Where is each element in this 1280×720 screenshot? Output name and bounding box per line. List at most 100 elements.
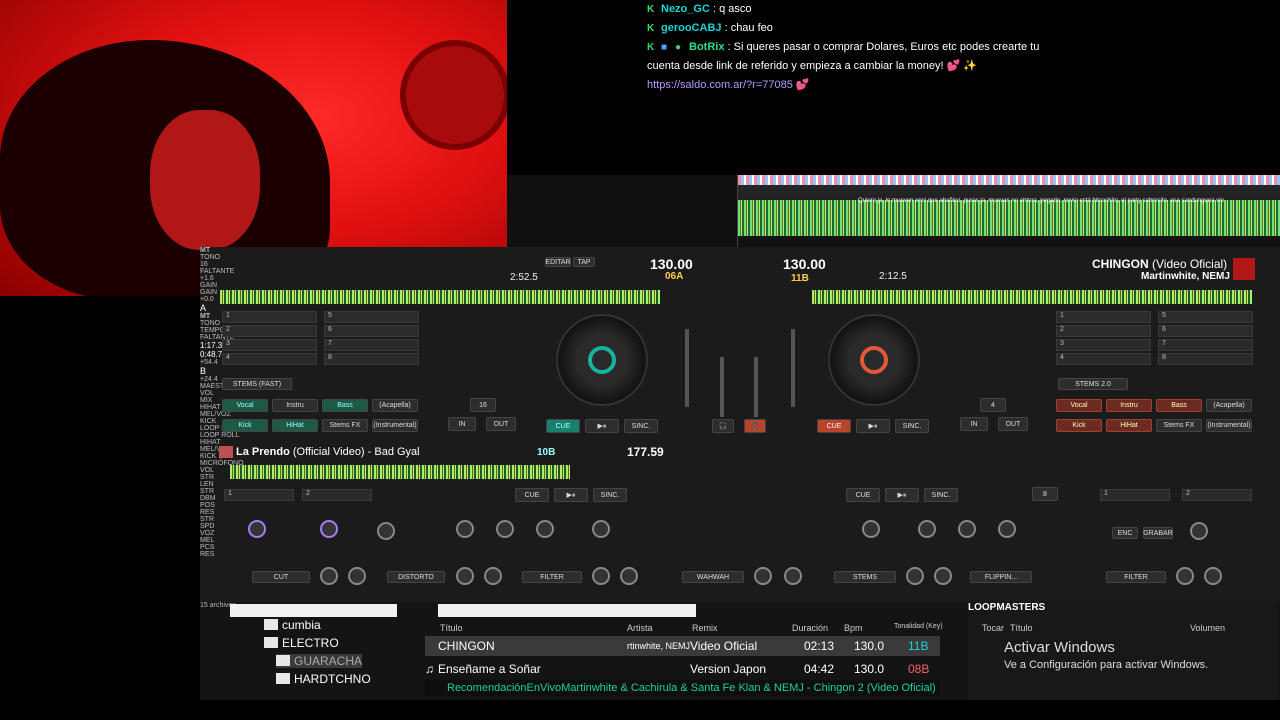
- col-remix[interactable]: Remix: [692, 623, 718, 633]
- deck-b-pitch-fader[interactable]: [791, 329, 795, 407]
- deck-c-track-waveform[interactable]: [230, 465, 570, 479]
- deck-a-stems-mode-select[interactable]: STEMS (FAST): [222, 378, 292, 390]
- deck-b-stem-instru[interactable]: Instru: [1106, 399, 1152, 412]
- col-title[interactable]: Título: [440, 623, 463, 633]
- col-key[interactable]: Tonalidad (Key): [894, 623, 943, 630]
- headphone-b-button[interactable]: 🎧: [744, 419, 766, 433]
- deck-a-stem-fx[interactable]: Stems FX: [322, 419, 368, 432]
- fx-select-flippin[interactable]: FLIPPIN...: [970, 571, 1032, 583]
- fx-res2-knob[interactable]: [1204, 567, 1222, 585]
- deck-c-hotcue[interactable]: 1: [224, 489, 294, 501]
- deck-d-hotcue[interactable]: 2: [1182, 489, 1252, 501]
- fx-str3-knob[interactable]: [754, 567, 772, 585]
- deck-b-hotcue[interactable]: 7: [1158, 339, 1253, 351]
- deck-d-hotcue[interactable]: 1: [1100, 489, 1170, 501]
- deck-a-tap-button[interactable]: TAP: [573, 257, 595, 267]
- deck-b-hotcue[interactable]: 6: [1158, 325, 1253, 337]
- folder-search-input[interactable]: [230, 604, 397, 617]
- deck-d-play-button[interactable]: ▶⏸: [885, 488, 919, 502]
- deck-b-stem-instrumental[interactable]: (Instrumental): [1206, 419, 1252, 432]
- fx-res-knob[interactable]: [620, 567, 638, 585]
- deck-a-melvoz-knob[interactable]: [496, 520, 514, 538]
- fx-mel-knob[interactable]: [934, 567, 952, 585]
- deck-b-hihat-knob[interactable]: [918, 520, 936, 538]
- deck-b-play-button[interactable]: ▶⏸: [856, 419, 890, 433]
- deck-a-stem-kick[interactable]: Kick: [222, 419, 268, 432]
- deck-a-edit-button[interactable]: EDITAR: [545, 257, 571, 267]
- deck-a-hotcue[interactable]: 2: [222, 325, 317, 337]
- table-row[interactable]: ♫ Enseñame a Soñar Version Japon 04:42 1…: [425, 659, 940, 679]
- folder-electro[interactable]: ELECTRO: [264, 636, 339, 650]
- deck-b-hotcue[interactable]: 2: [1056, 325, 1151, 337]
- fx-str2-knob[interactable]: [456, 567, 474, 585]
- fx-select-filter[interactable]: FILTER: [522, 571, 582, 583]
- deck-a-hotcue[interactable]: 5: [324, 311, 419, 323]
- deck-a-loop-size[interactable]: 16: [470, 398, 496, 412]
- fx-pos-knob[interactable]: [592, 567, 610, 585]
- table-row[interactable]: CHINGON rtinwhite, NEMJ Video Oficial 02…: [425, 636, 940, 656]
- deck-a-stem-instrumental[interactable]: (Instrumental): [372, 419, 418, 432]
- deck-b-cue-button[interactable]: CUE: [817, 419, 851, 433]
- master-knob[interactable]: [248, 520, 266, 538]
- deck-b-in-button[interactable]: IN: [960, 417, 988, 431]
- chat-link[interactable]: https://saldo.com.ar/?r=77085: [647, 79, 793, 91]
- fx-voz-knob[interactable]: [906, 567, 924, 585]
- deck-c-sync-button[interactable]: SINC.: [593, 488, 627, 502]
- deck-d-cue-button[interactable]: CUE: [846, 488, 880, 502]
- deck-a-hotcue[interactable]: 3: [222, 339, 317, 351]
- deck-b-stems-mode-select[interactable]: STEMS 2.0: [1058, 378, 1128, 390]
- headphone-a-button[interactable]: 🎧: [712, 419, 734, 433]
- deck-c-hotcue[interactable]: 2: [302, 489, 372, 501]
- deck-a-loop-roll-knob[interactable]: [592, 520, 610, 538]
- deck-d-sync-button[interactable]: SINC.: [924, 488, 958, 502]
- mic-enc-button[interactable]: ENC: [1112, 527, 1138, 539]
- deck-c-cue-button[interactable]: CUE: [515, 488, 549, 502]
- deck-a-scrolling-waveform[interactable]: [507, 175, 738, 247]
- loop-col-title[interactable]: Título: [1010, 623, 1033, 633]
- deck-b-hotcue[interactable]: 3: [1056, 339, 1151, 351]
- fx-select-filter-b[interactable]: FILTER: [1106, 571, 1166, 583]
- deck-b-stem-bass[interactable]: Bass: [1156, 399, 1202, 412]
- deck-a-stem-acapella[interactable]: (Acapella): [372, 399, 418, 412]
- deck-b-hotcue[interactable]: 4: [1056, 353, 1151, 365]
- deck-a-track-waveform[interactable]: [220, 290, 660, 304]
- deck-b-kick-knob[interactable]: [998, 520, 1016, 538]
- deck-b-sync-button[interactable]: SINC.: [895, 419, 929, 433]
- deck-b-stem-fx[interactable]: Stems FX: [1156, 419, 1202, 432]
- deck-b-track-waveform[interactable]: [812, 290, 1252, 304]
- fx-dbm-knob[interactable]: [484, 567, 502, 585]
- folder-guaracha[interactable]: GUARACHA: [276, 654, 363, 668]
- mic-vol-knob[interactable]: [1190, 522, 1208, 540]
- recommendation-bar[interactable]: RecomendaciónEnVivoMartinwhite & Cachiru…: [425, 680, 940, 696]
- folder-cumbia[interactable]: cumbia: [264, 618, 321, 632]
- deck-b-loop-size[interactable]: 4: [980, 398, 1006, 412]
- deck-a-in-button[interactable]: IN: [448, 417, 476, 431]
- deck-b-hotcue[interactable]: 1: [1056, 311, 1151, 323]
- deck-a-hotcue[interactable]: 6: [324, 325, 419, 337]
- deck-b-melvoz-knob[interactable]: [958, 520, 976, 538]
- col-bpm[interactable]: Bpm: [844, 623, 863, 633]
- fx-str-knob[interactable]: [320, 567, 338, 585]
- deck-a-hotcue[interactable]: 4: [222, 353, 317, 365]
- col-artist[interactable]: Artista: [627, 623, 653, 633]
- channel-b-volume-fader[interactable]: [754, 357, 758, 417]
- deck-a-hotcue[interactable]: 7: [324, 339, 419, 351]
- deck-b-stem-hihat[interactable]: HiHat: [1106, 419, 1152, 432]
- deck-c-play-button[interactable]: ▶⏸: [554, 488, 588, 502]
- track-search-input[interactable]: [438, 604, 696, 617]
- mix-knob[interactable]: [377, 522, 395, 540]
- deck-a-kick-knob[interactable]: [536, 520, 554, 538]
- deck-a-cue-button[interactable]: CUE: [546, 419, 580, 433]
- deck-d-loop-size[interactable]: 8: [1032, 487, 1058, 501]
- fx-pcs-knob[interactable]: [1176, 567, 1194, 585]
- deck-a-jog-wheel[interactable]: [556, 314, 648, 406]
- waveform-overview[interactable]: Quiero ja, lo mueven enci que abañico, p…: [507, 175, 1280, 247]
- deck-a-sync-button[interactable]: SINC.: [624, 419, 658, 433]
- deck-b-stem-vocal[interactable]: Vocal: [1056, 399, 1102, 412]
- deck-a-hihat-knob[interactable]: [456, 520, 474, 538]
- col-duration[interactable]: Duración: [792, 623, 828, 633]
- fx-select-stems[interactable]: STEMS: [834, 571, 896, 583]
- fx-select-distorto[interactable]: DISTORTO: [387, 571, 445, 583]
- fx-select-cut[interactable]: CUT: [252, 571, 310, 583]
- deck-a-out-button[interactable]: OUT: [486, 417, 516, 431]
